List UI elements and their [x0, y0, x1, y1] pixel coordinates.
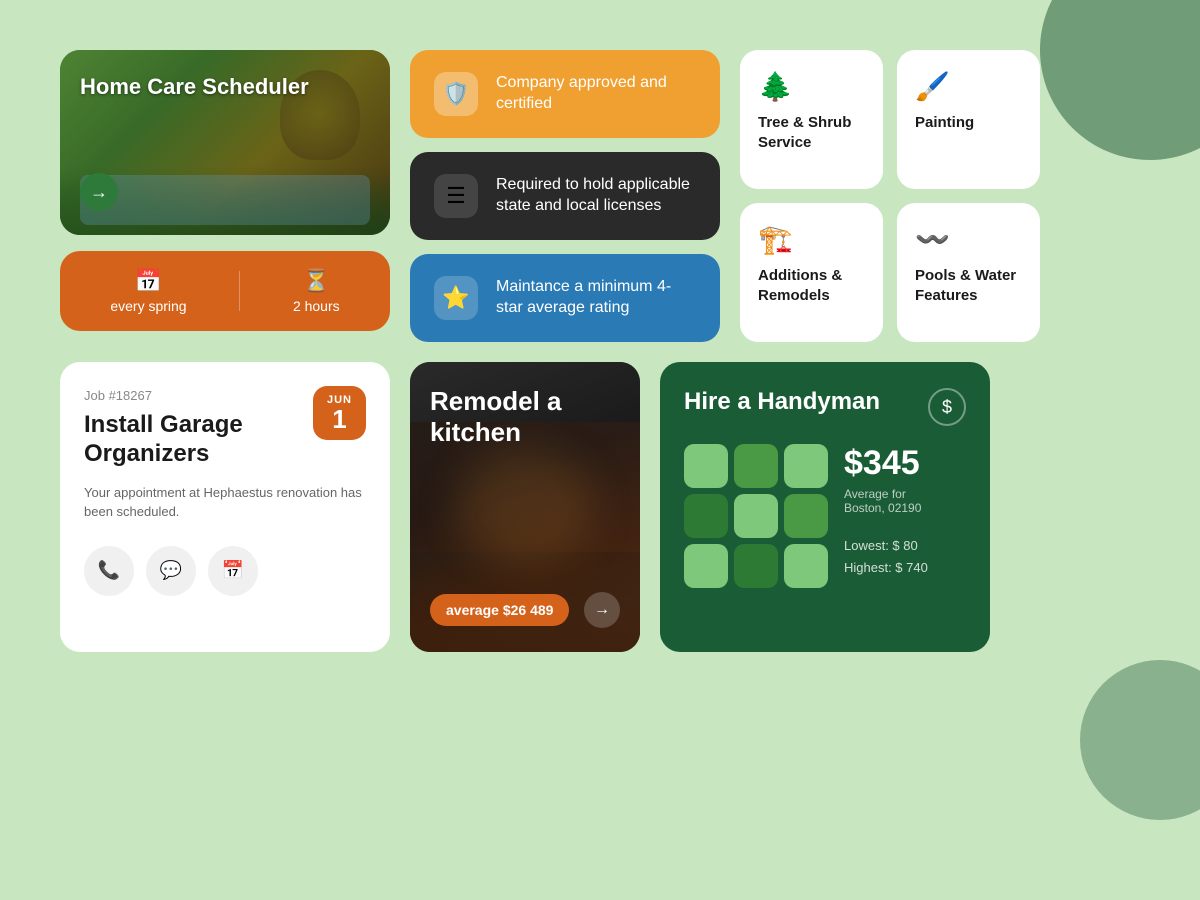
- badge-licenses-text: Required to hold applicable state and lo…: [496, 175, 696, 217]
- message-button[interactable]: 💬: [146, 546, 196, 596]
- service-card-additions[interactable]: 🏗️ Additions & Remodels: [740, 203, 883, 342]
- handyman-grid: [684, 444, 828, 588]
- handyman-highest: Highest: $ 740: [844, 557, 966, 579]
- remodel-price-badge: average $26 489: [430, 594, 569, 626]
- grid-block-2: [734, 444, 778, 488]
- service-tree-name: Tree & Shrub Service: [758, 113, 865, 152]
- column-1: Home Care Scheduler → 📅 every spring ⏳ 2…: [60, 50, 390, 342]
- handyman-card: Hire a Handyman $ $345: [660, 362, 990, 652]
- star-icon: ⭐: [434, 276, 478, 320]
- remodel-card[interactable]: Remodel a kitchen average $26 489 →: [410, 362, 640, 652]
- schedule-duration-label: 2 hours: [293, 298, 340, 314]
- hourglass-icon: ⏳: [303, 268, 330, 294]
- column-2: 🛡️ Company approved and certified ☰ Requ…: [410, 50, 720, 342]
- home-care-arrow-button[interactable]: →: [80, 173, 118, 211]
- service-card-tree[interactable]: 🌲 Tree & Shrub Service: [740, 50, 883, 189]
- badge-rating-text: Maintance a minimum 4-star average ratin…: [496, 277, 696, 319]
- remodel-arrow[interactable]: →: [584, 592, 620, 628]
- calendar-icon: 📅: [135, 268, 162, 294]
- additions-icon: 🏗️: [758, 223, 865, 256]
- column-3: 🌲 Tree & Shrub Service 🖌️ Painting 🏗️ Ad…: [740, 50, 1040, 342]
- home-care-overlay: Home Care Scheduler →: [60, 50, 390, 235]
- service-card-pools[interactable]: 〰️ Pools & Water Features: [897, 203, 1040, 342]
- job-date-day: 1: [327, 406, 352, 432]
- grid-block-3: [784, 444, 828, 488]
- badge-rating: ⭐ Maintance a minimum 4-star average rat…: [410, 254, 720, 342]
- schedule-frequency-label: every spring: [110, 298, 186, 314]
- badge-approved-text: Company approved and certified: [496, 73, 696, 115]
- service-card-painting[interactable]: 🖌️ Painting: [897, 50, 1040, 189]
- job-actions: 📞 💬 📅: [84, 546, 366, 596]
- handyman-price: $345: [844, 444, 966, 483]
- service-pools-name: Pools & Water Features: [915, 266, 1022, 305]
- dollar-icon: $: [928, 388, 966, 426]
- call-button[interactable]: 📞: [84, 546, 134, 596]
- handyman-lowest: Lowest: $ 80: [844, 535, 966, 557]
- schedule-divider: [239, 271, 240, 311]
- badge-approved: 🛡️ Company approved and certified: [410, 50, 720, 138]
- badge-licenses: ☰ Required to hold applicable state and …: [410, 152, 720, 240]
- tree-icon: 🌲: [758, 70, 865, 103]
- service-additions-name: Additions & Remodels: [758, 266, 865, 305]
- painting-icon: 🖌️: [915, 70, 1022, 103]
- remodel-content: Remodel a kitchen average $26 489 →: [410, 362, 640, 652]
- handyman-body: $345 Average for Boston, 02190 Lowest: $…: [684, 444, 966, 588]
- handyman-range: Lowest: $ 80 Highest: $ 740: [844, 535, 966, 579]
- handyman-price-info: $345 Average for Boston, 02190 Lowest: $…: [844, 444, 966, 579]
- job-description: Your appointment at Hephaestus renovatio…: [84, 483, 366, 522]
- grid-block-6: [784, 494, 828, 538]
- grid-block-9: [784, 544, 828, 588]
- list-icon: ☰: [434, 174, 478, 218]
- job-card: Job #18267 Install Garage Organizers JUN…: [60, 362, 390, 652]
- calendar-button[interactable]: 📅: [208, 546, 258, 596]
- service-painting-name: Painting: [915, 113, 1022, 133]
- grid-block-8: [734, 544, 778, 588]
- handyman-header: Hire a Handyman $: [684, 388, 966, 426]
- schedule-item-duration: ⏳ 2 hours: [293, 268, 340, 314]
- shield-icon: 🛡️: [434, 72, 478, 116]
- grid-block-4: [684, 494, 728, 538]
- grid-block-5: [734, 494, 778, 538]
- job-date-badge: JUN 1: [313, 386, 366, 440]
- handyman-average-label: Average for Boston, 02190: [844, 487, 966, 515]
- handyman-title: Hire a Handyman: [684, 388, 880, 417]
- schedule-card: 📅 every spring ⏳ 2 hours: [60, 251, 390, 331]
- grid-block-1: [684, 444, 728, 488]
- pools-icon: 〰️: [915, 223, 1022, 256]
- remodel-bottom: average $26 489 →: [430, 592, 620, 628]
- home-care-title: Home Care Scheduler: [80, 74, 370, 100]
- schedule-item-frequency: 📅 every spring: [110, 268, 186, 314]
- home-care-card[interactable]: Home Care Scheduler →: [60, 50, 390, 235]
- remodel-title: Remodel a kitchen: [430, 386, 620, 448]
- grid-block-7: [684, 544, 728, 588]
